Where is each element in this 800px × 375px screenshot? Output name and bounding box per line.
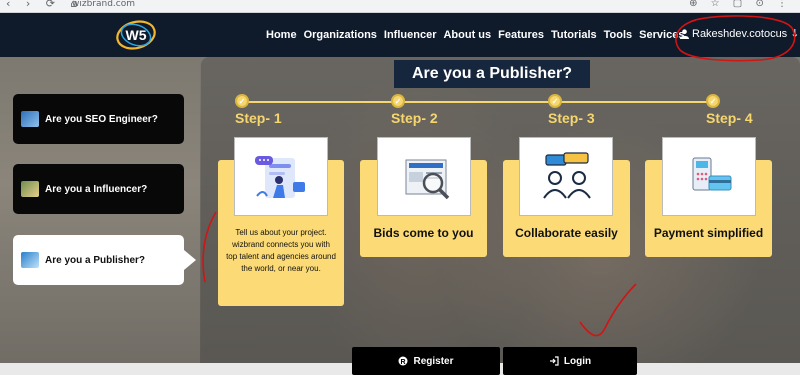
svg-text:R: R	[401, 359, 406, 366]
site-navbar: W5 Home Organizations Influencer About u…	[0, 13, 800, 57]
step-2-check-icon: ✓	[391, 94, 405, 108]
collaborate-people-icon	[519, 137, 613, 216]
wizbrand-logo[interactable]: W5	[115, 18, 157, 52]
sidebar-item-publisher[interactable]: Are you a Publisher?	[13, 235, 184, 285]
main-menu: Home Organizations Influencer About us F…	[266, 13, 691, 57]
user-icon	[680, 28, 689, 39]
step-3-description: Collaborate easily	[515, 226, 618, 240]
login-button[interactable]: Login	[503, 347, 637, 375]
nav-tools[interactable]: Tools	[604, 29, 633, 41]
step-2-label: Step- 2	[391, 110, 438, 126]
user-menu[interactable]: Rakeshdev.cotocus ↓	[680, 27, 799, 40]
project-illustration-icon	[234, 137, 328, 216]
registered-icon: R	[398, 356, 408, 366]
register-label: Register	[413, 355, 454, 367]
bids-document-icon	[377, 137, 471, 216]
influencer-thumbnail-icon	[21, 181, 39, 197]
step-3-check-icon: ✓	[548, 94, 562, 108]
sidebar-item-label: Are you SEO Engineer?	[45, 113, 158, 125]
step-1-label: Step- 1	[235, 110, 282, 126]
step-1-description: Tell us about your project. wizbrand con…	[226, 228, 336, 273]
publisher-thumbnail-icon	[21, 252, 39, 268]
browser-toolbar: ‹ › ⟳ ⌂ wizbrand.com ⊕ ☆ ▢ ⊙ ⋮	[0, 0, 800, 13]
login-icon	[549, 356, 559, 366]
steps-track	[242, 101, 714, 103]
step-4-label: Step- 4	[706, 110, 753, 126]
nav-home[interactable]: Home	[266, 29, 297, 41]
step-2-description: Bids come to you	[373, 226, 474, 240]
active-pointer	[184, 250, 196, 270]
page-title: Are you a Publisher?	[394, 60, 590, 88]
sidebar-item-seo-engineer[interactable]: Are you SEO Engineer?	[13, 94, 184, 144]
nav-tutorials[interactable]: Tutorials	[551, 29, 597, 41]
user-name: Rakeshdev.cotocus	[692, 27, 788, 40]
nav-organizations[interactable]: Organizations	[304, 29, 377, 41]
sidebar-item-label: Are you a Publisher?	[45, 254, 146, 266]
address-bar[interactable]: wizbrand.com	[72, 0, 135, 9]
register-button[interactable]: R Register	[352, 347, 500, 375]
login-label: Login	[563, 355, 592, 367]
step-3-label: Step- 3	[548, 110, 595, 126]
nav-features[interactable]: Features	[498, 29, 544, 41]
nav-about-us[interactable]: About us	[443, 29, 491, 41]
nav-influencer[interactable]: Influencer	[384, 29, 437, 41]
step-4-description: Payment simplified	[653, 226, 764, 240]
payment-pos-icon	[662, 137, 756, 216]
sidebar-item-influencer[interactable]: Are you a Influencer?	[13, 164, 184, 214]
svg-text:W5: W5	[126, 27, 147, 43]
browser-extension-icons[interactable]: ⊕ ☆ ▢ ⊙ ⋮	[689, 0, 792, 9]
step-4-check-icon: ✓	[706, 94, 720, 108]
arrow-down-icon: ↓	[790, 27, 800, 40]
sidebar-item-label: Are you a Influencer?	[45, 183, 148, 195]
step-1-check-icon: ✓	[235, 94, 249, 108]
nav-services[interactable]: Services	[639, 29, 684, 41]
seo-thumbnail-icon	[21, 111, 39, 127]
